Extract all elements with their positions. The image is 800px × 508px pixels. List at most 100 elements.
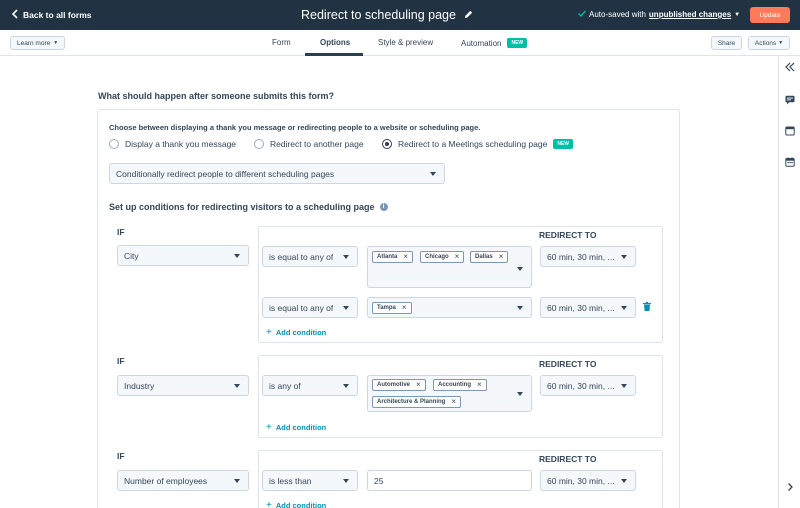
back-label: Back to all forms: [23, 10, 92, 20]
chip-label: Atlanta: [377, 254, 398, 260]
select-value: Industry: [124, 380, 155, 391]
operator-select[interactable]: is equal to any of: [262, 246, 358, 267]
caret-down-icon: [234, 383, 240, 388]
select-value: is equal to any of: [269, 302, 334, 313]
active-tab-indicator: [305, 53, 363, 56]
remove-chip-icon[interactable]: ×: [455, 253, 460, 261]
remove-chip-icon[interactable]: ×: [402, 304, 407, 312]
update-button[interactable]: Update: [750, 7, 790, 23]
setup-conditions-title: Set up conditions for redirecting visito…: [109, 202, 388, 212]
property-select[interactable]: Industry: [117, 375, 249, 396]
operator-select[interactable]: is less than: [262, 470, 358, 491]
caret-down-icon[interactable]: ▼: [734, 12, 740, 18]
value-chip: Automotive ×: [372, 379, 426, 391]
remove-chip-icon[interactable]: ×: [416, 381, 421, 389]
caret-down-icon: [621, 478, 627, 483]
chip-label: Architecture & Planning: [377, 399, 446, 405]
caret-down-icon: [430, 171, 436, 176]
select-value: 60 min, 30 min, ...: [547, 475, 615, 486]
add-condition-link[interactable]: + Add condition: [266, 327, 326, 338]
select-value: is any of: [269, 380, 301, 391]
new-badge: NEW: [553, 139, 573, 149]
collapse-double-chevron-icon[interactable]: [785, 62, 795, 72]
redirect-select[interactable]: 60 min, 30 min, ...: [540, 375, 636, 396]
radio-thank-you[interactable]: Display a thank you message: [109, 139, 236, 149]
info-icon[interactable]: i: [379, 203, 388, 211]
unpublished-changes-link[interactable]: unpublished changes: [649, 10, 731, 19]
values-multiselect[interactable]: Tampa ×: [367, 297, 532, 318]
tab-style-preview[interactable]: Style & preview: [378, 38, 433, 47]
check-icon: [578, 10, 587, 19]
values-multiselect[interactable]: Atlanta × Chicago × Dallas ×: [367, 246, 532, 288]
radio-redirect-page[interactable]: Redirect to another page: [254, 139, 364, 149]
select-value: City: [124, 250, 139, 261]
chevron-left-icon: [11, 9, 18, 21]
operator-select[interactable]: is any of: [262, 375, 358, 396]
back-to-forms-link[interactable]: Back to all forms: [11, 9, 92, 21]
right-sidebar: [778, 56, 800, 508]
tab-label: Automation: [461, 38, 502, 48]
caret-down-icon: [343, 478, 349, 483]
remove-chip-icon[interactable]: ×: [477, 381, 482, 389]
redirect-select[interactable]: 60 min, 30 min, ...: [540, 246, 636, 267]
autosave-status: Auto-saved with unpublished changes ▼: [578, 10, 740, 19]
add-condition-link[interactable]: + Add condition: [266, 422, 326, 433]
remove-chip-icon[interactable]: ×: [403, 253, 408, 261]
redirect-select[interactable]: 60 min, 30 min, ...: [540, 297, 636, 318]
select-value: 60 min, 30 min, ...: [547, 380, 615, 391]
radio-circle-checked[interactable]: [382, 139, 392, 149]
redirect-to-label: REDIRECT TO: [539, 230, 597, 240]
sub-bar: Learn more ▼ Form Options Style & previe…: [0, 30, 800, 56]
expand-chevron-icon[interactable]: [785, 482, 795, 492]
value-chip: Accounting ×: [433, 379, 487, 391]
select-value: Conditionally redirect people to differe…: [116, 168, 335, 179]
chip-label: Automotive: [377, 382, 410, 388]
learn-more-label: Learn more: [17, 39, 51, 47]
property-select[interactable]: City: [117, 245, 249, 266]
tab-form[interactable]: Form: [272, 38, 291, 47]
remove-chip-icon[interactable]: ×: [451, 398, 456, 406]
remove-chip-icon[interactable]: ×: [499, 253, 504, 261]
pencil-icon[interactable]: [464, 8, 473, 22]
radio-circle[interactable]: [254, 139, 264, 149]
form-title[interactable]: Redirect to scheduling page: [301, 8, 473, 22]
form-title-text: Redirect to scheduling page: [301, 8, 456, 22]
tab-label: Form: [272, 38, 291, 47]
trash-icon[interactable]: [643, 302, 651, 311]
input-value: 25: [374, 475, 384, 486]
learn-more-button[interactable]: Learn more ▼: [10, 36, 66, 50]
calendar-icon[interactable]: [785, 157, 795, 167]
select-value: 60 min, 30 min, ...: [547, 302, 615, 313]
caret-down-icon: [343, 254, 349, 259]
value-input[interactable]: 25: [367, 470, 532, 491]
add-condition-link[interactable]: + Add condition: [266, 500, 326, 508]
chip-label: Chicago: [425, 254, 449, 260]
operator-select[interactable]: is equal to any of: [262, 297, 358, 318]
share-button[interactable]: Share: [711, 36, 742, 50]
caret-down-icon: [621, 305, 627, 310]
page-icon[interactable]: [785, 126, 795, 136]
select-value: is less than: [269, 475, 312, 486]
tab-automation[interactable]: Automation NEW: [461, 38, 528, 48]
add-condition-label: Add condition: [275, 423, 327, 432]
tab-options[interactable]: Options: [320, 38, 350, 47]
section-question: What should happen after someone submits…: [98, 91, 335, 101]
property-select[interactable]: Number of employees: [117, 470, 249, 491]
radio-meetings-page[interactable]: Redirect to a Meetings scheduling page N…: [382, 139, 573, 149]
redirect-mode-select[interactable]: Conditionally redirect people to differe…: [109, 163, 445, 184]
chat-icon[interactable]: [785, 95, 795, 105]
redirect-select[interactable]: 60 min, 30 min, ...: [540, 470, 636, 491]
plus-icon: +: [266, 422, 272, 433]
top-bar: Back to all forms Redirect to scheduling…: [0, 0, 800, 30]
redirect-to-label: REDIRECT TO: [539, 454, 597, 464]
choose-description: Choose between displaying a thank you me…: [109, 123, 481, 132]
value-chip: Chicago ×: [420, 251, 465, 263]
caret-down-icon: ▼: [778, 40, 784, 46]
radio-label: Display a thank you message: [125, 139, 237, 149]
radio-circle[interactable]: [109, 139, 119, 149]
values-multiselect[interactable]: Automotive × Accounting × Architecture & P…: [367, 375, 532, 412]
actions-button[interactable]: Actions ▼: [748, 36, 790, 50]
caret-down-icon: ▼: [53, 40, 59, 46]
select-value: Number of employees: [124, 475, 208, 486]
chip-label: Tampa: [377, 305, 396, 311]
